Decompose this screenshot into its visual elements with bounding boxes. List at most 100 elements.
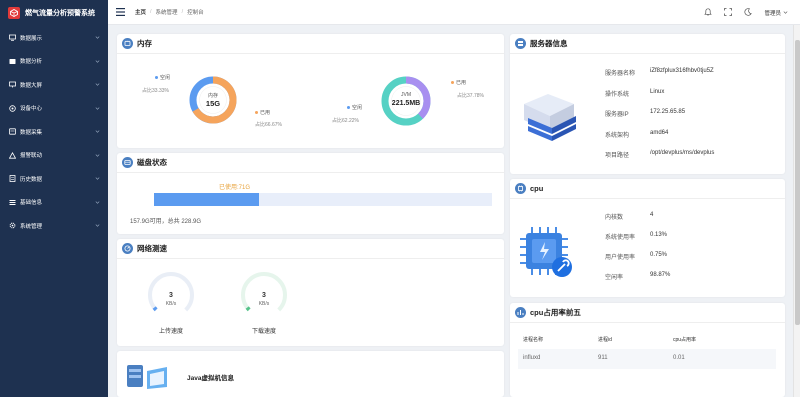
col-cpu-usage: cpu占用率 <box>673 337 697 343</box>
server-info-label: 服务器IP <box>605 112 629 118</box>
cpu-top-title: cpu占用率前五 <box>530 308 581 317</box>
chevron-down-icon <box>95 83 100 86</box>
sidebar-item[interactable]: 数据展示 <box>0 26 108 50</box>
network-icon <box>122 243 133 254</box>
server-card: 服务器信息 服务器名称 iZf8zfplux316fhbv0tju5Z 操作系统 Li… <box>510 34 785 174</box>
chevron-down-icon <box>95 60 100 63</box>
breadcrumb-system[interactable]: 系统管理 <box>156 8 178 16</box>
theme-icon[interactable] <box>744 7 753 18</box>
server-info-value: /opt/devplus/ms/devplus <box>650 150 715 156</box>
cpu-top-card-header: cpu占用率前五 <box>510 303 785 323</box>
cpu-info-value: 0.13% <box>650 232 668 238</box>
sidebar-item[interactable]: 数据采集 <box>0 120 108 144</box>
chevron-down-icon <box>95 130 100 133</box>
bell-icon[interactable] <box>704 7 713 18</box>
sidebar-item[interactable]: 历史数据 <box>0 167 108 191</box>
col-process-name: 进程名称 <box>523 337 544 343</box>
info-icon <box>9 199 16 206</box>
sidebar-item-label: 数据分析 <box>20 59 43 66</box>
sidebar-item-label: 设备中心 <box>20 106 43 113</box>
sidebar-item-label: 基础信息 <box>20 200 43 207</box>
chevron-down-icon <box>95 177 100 180</box>
server-info-value: iZf8zfplux316fhbv0tju5Z <box>650 68 714 74</box>
scrollbar-thumb[interactable] <box>795 40 800 325</box>
sidebar-item[interactable]: 数据分析 <box>0 50 108 74</box>
server-card-header: 服务器信息 <box>510 34 785 54</box>
jvm-free-legend: 空闲 <box>347 104 362 111</box>
cpu-info-value: 4 <box>650 212 654 218</box>
jvm-used-pct: 占比37.78% <box>457 93 484 99</box>
cpu-info-label: 用户使用率 <box>605 255 636 261</box>
menu-toggle-icon[interactable] <box>116 8 125 16</box>
sidebar: 燃气流量分析预警系统 数据展示数据分析数据大屏设备中心数据采集报警联动历史数据基… <box>0 0 108 397</box>
disk-used-label: 已使用:71G <box>219 185 251 191</box>
server-info-label: 服务器名称 <box>605 71 636 77</box>
server-info-label: 项目路径 <box>605 153 630 159</box>
server-title: 服务器信息 <box>530 39 568 48</box>
collect-icon <box>9 128 16 135</box>
sidebar-item-label: 数据采集 <box>20 129 43 136</box>
chevron-down-icon <box>95 201 100 204</box>
download-label: 下载速度 <box>251 329 276 335</box>
java-title: Java虚拟机信息 <box>187 375 234 382</box>
disk-usage-bar <box>154 193 492 206</box>
cpu-info-label: 系统使用率 <box>605 235 636 241</box>
cell-cpu-usage: 0.01 <box>673 355 685 361</box>
cpu-info-label: 内核数 <box>605 215 624 221</box>
cpu-card: cpu 内核数 4 系统使用率 0.13% 用户使用率 0.75% 空闲率 98.87% <box>510 179 785 297</box>
brand: 燃气流量分析预警系统 <box>0 0 108 26</box>
download-value: 3 <box>262 292 266 299</box>
jvm-used-legend: 已用 <box>451 79 466 86</box>
mem-free-label: 空闲 <box>160 75 171 81</box>
mem-used-label: 已用 <box>260 110 271 116</box>
cpu-card-header: cpu <box>510 179 785 199</box>
breadcrumb-home[interactable]: 主页 <box>135 8 146 16</box>
table-row <box>518 349 776 369</box>
memory-icon <box>122 38 133 49</box>
sidebar-item[interactable]: 系统管理 <box>0 214 108 238</box>
chevron-down-icon <box>95 36 100 39</box>
sidebar-item[interactable]: 设备中心 <box>0 97 108 121</box>
server-info-label: 操作系统 <box>605 91 630 98</box>
cpu-info-label: 空闲率 <box>605 275 624 281</box>
server-icon <box>515 38 526 49</box>
user-menu[interactable]: 管理员 <box>764 9 788 17</box>
sidebar-item-label: 报警联动 <box>20 153 43 160</box>
chevron-down-icon <box>95 154 100 157</box>
cpu-chip-icon <box>520 227 572 277</box>
mem-free-legend: 空闲 <box>155 74 170 81</box>
cpu-title: cpu <box>530 184 544 193</box>
cpu-icon <box>515 183 526 194</box>
network-card-header: 网络测速 <box>117 239 504 259</box>
download-unit: KB/s <box>258 301 270 307</box>
server-info-value: Linux <box>650 88 665 95</box>
history-icon <box>9 175 16 183</box>
sidebar-item[interactable]: 基础信息 <box>0 191 108 215</box>
jvm-center-label: JVM <box>401 92 411 98</box>
breadcrumb: 主页 / 系统管理 / 控制台 <box>135 8 204 16</box>
cell-process-name: influxd <box>523 355 541 361</box>
disk-usage-fill <box>154 193 259 206</box>
upload-unit: KB/s <box>165 301 177 307</box>
user-name: 管理员 <box>764 10 781 17</box>
sidebar-item-label: 数据大屏 <box>20 82 43 89</box>
chevron-down-icon <box>95 107 100 110</box>
cell-process-id: 911 <box>598 355 608 361</box>
sidebar-item[interactable]: 数据大屏 <box>0 73 108 97</box>
cpu-info-value: 0.75% <box>650 252 668 258</box>
breadcrumb-console: 控制台 <box>187 10 204 16</box>
memory-card: 内存 空闲 占比33.33% 内存 15G 已用 占比66.67% 空闲 占比6… <box>117 34 504 148</box>
screen-icon <box>9 81 16 88</box>
sidebar-item-label: 数据展示 <box>20 35 43 42</box>
brand-title: 燃气流量分析预警系统 <box>25 10 95 17</box>
page-scrollbar[interactable] <box>793 25 800 397</box>
monitor-icon <box>9 34 16 41</box>
cpu-info-value: 98.87% <box>650 272 671 278</box>
sidebar-item-label: 历史数据 <box>20 176 43 183</box>
memory-title: 内存 <box>137 39 152 48</box>
gear-icon <box>9 222 16 229</box>
fullscreen-icon[interactable] <box>724 7 733 18</box>
sidebar-item[interactable]: 报警联动 <box>0 144 108 168</box>
server-info-value: amd64 <box>650 129 669 136</box>
memory-card-header: 内存 <box>117 34 504 54</box>
